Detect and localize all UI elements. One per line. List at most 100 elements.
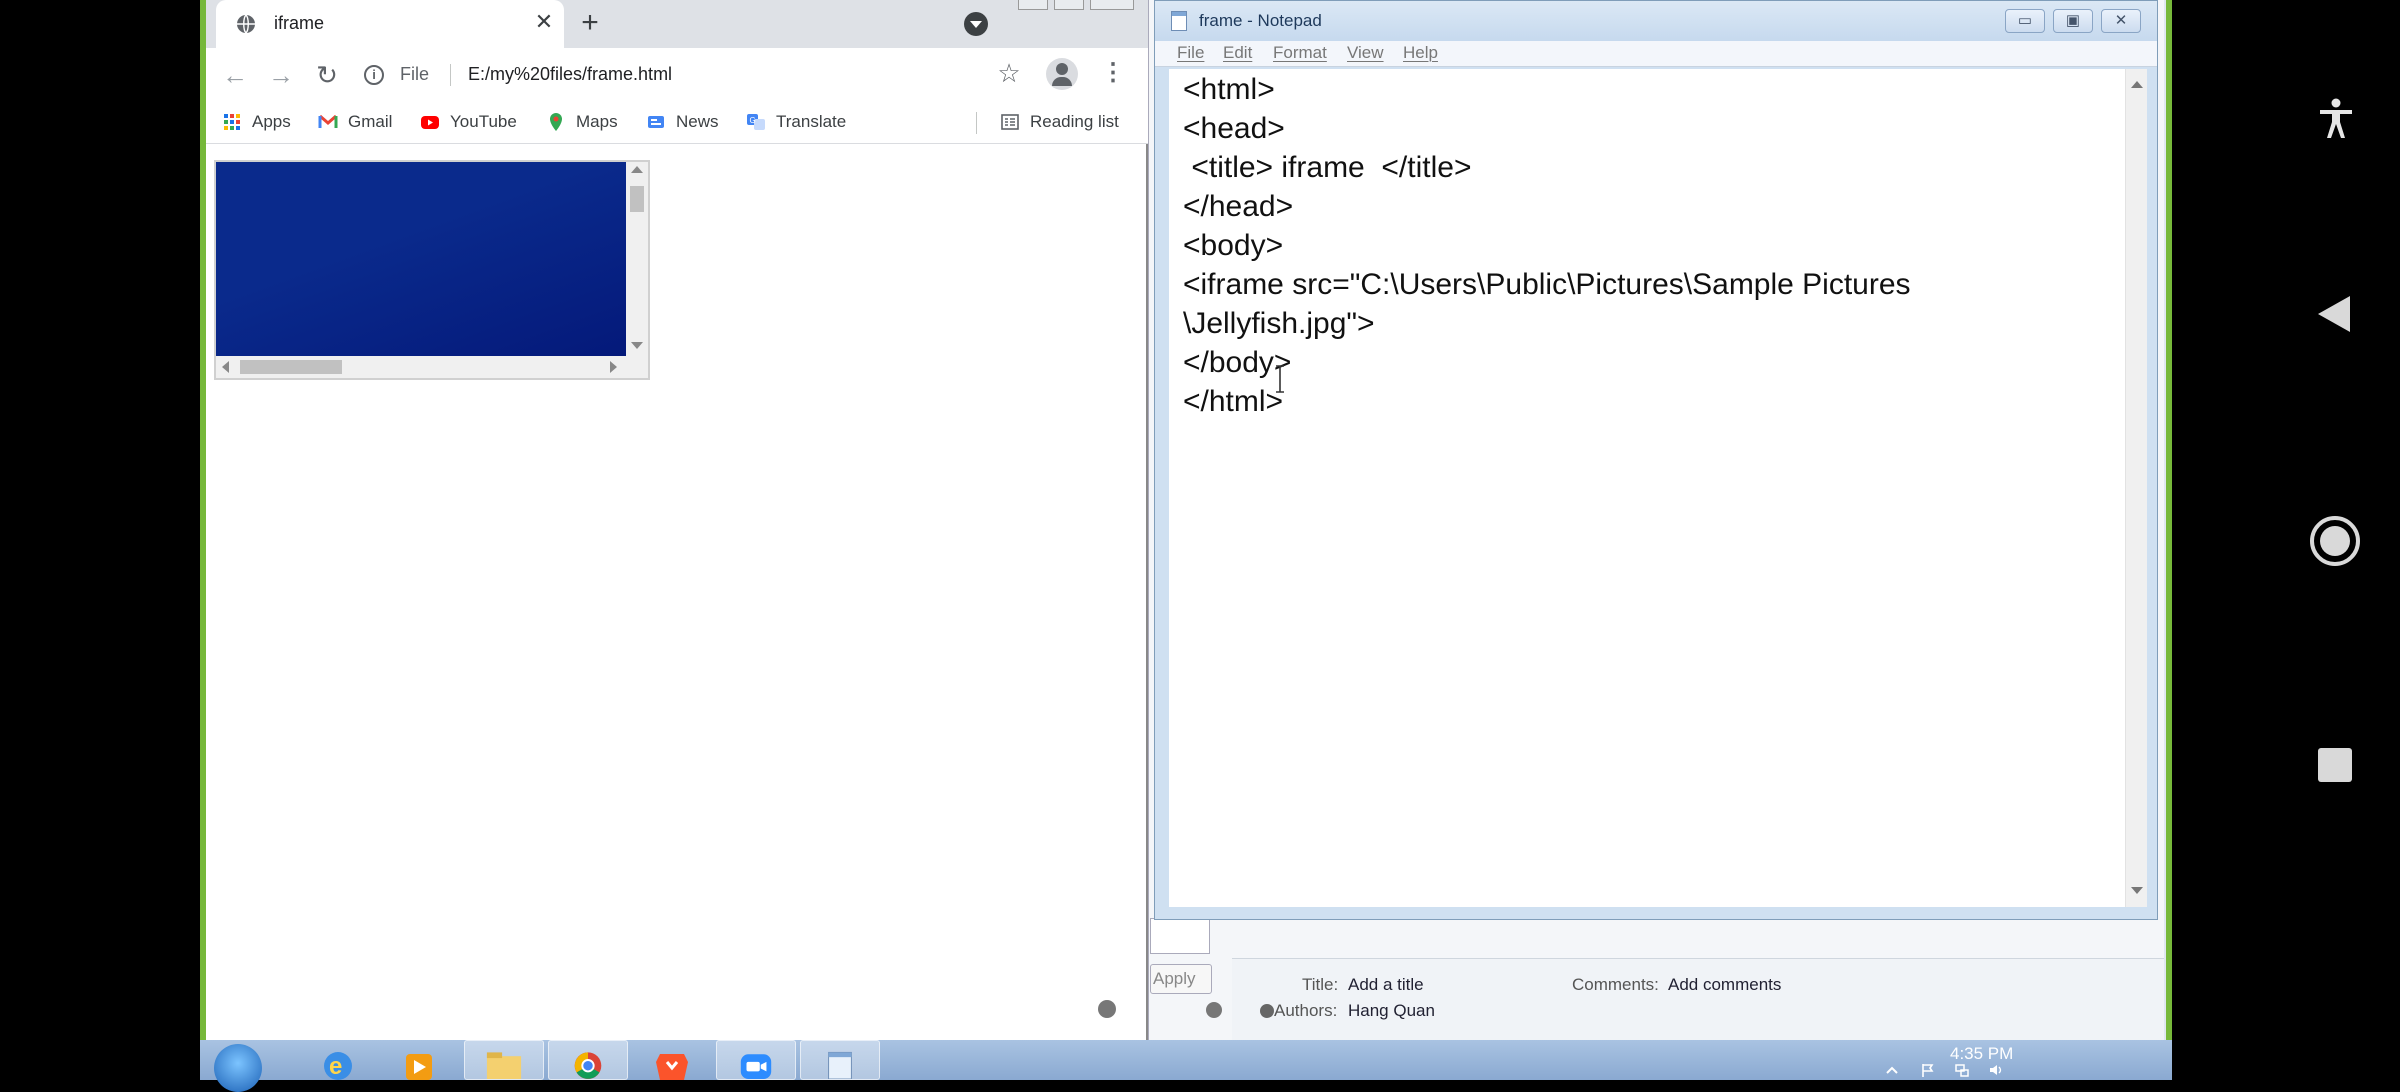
globe-icon (237, 14, 255, 34)
scroll-left-arrow-icon[interactable] (222, 361, 229, 373)
chrome-taskbar-icon[interactable] (548, 1040, 628, 1080)
status-dot (1098, 1000, 1116, 1018)
menu-format[interactable]: Format (1273, 43, 1327, 63)
tab-title: iframe (274, 13, 325, 33)
tab-close-icon[interactable]: ✕ (532, 10, 556, 34)
svg-text:e: e (329, 1053, 342, 1080)
brave-icon[interactable] (632, 1040, 712, 1080)
page-viewport (206, 144, 1146, 1040)
screen: Apply Title: Add a title Comments: Add c… (0, 0, 2400, 1092)
scroll-right-arrow-icon[interactable] (610, 361, 617, 373)
bookmark-label: News (676, 112, 719, 131)
bookmark-label: Translate (776, 112, 847, 131)
scroll-thumb[interactable] (630, 186, 644, 212)
tab-search-icon[interactable] (964, 12, 988, 36)
notepad-taskbar-icon[interactable] (800, 1040, 880, 1080)
chrome-maximize-button[interactable] (1054, 0, 1084, 10)
zoom-icon[interactable] (716, 1040, 796, 1080)
forward-arrow-icon[interactable]: → (264, 58, 298, 92)
menu-help[interactable]: Help (1403, 43, 1438, 63)
notepad-icon (1171, 11, 1187, 31)
authors-dot (1260, 1004, 1274, 1018)
title-value[interactable]: Add a title (1348, 975, 1424, 995)
reload-icon[interactable]: ↻ (310, 58, 344, 92)
tab-strip: iframe ✕ + (206, 0, 1148, 48)
home-circle-icon[interactable] (2310, 516, 2360, 566)
minimize-button[interactable]: ▭ (2005, 9, 2045, 33)
comments-value[interactable]: Add comments (1668, 975, 1781, 995)
text-cursor-icon (1276, 365, 1284, 393)
network-icon[interactable] (1954, 1062, 1970, 1078)
volume-icon[interactable] (1988, 1062, 2004, 1078)
scroll-up-arrow-icon[interactable] (2131, 81, 2143, 88)
menu-file[interactable]: File (1177, 43, 1204, 63)
authors-label: Authors: (1274, 1001, 1338, 1020)
youtube-icon (421, 116, 439, 129)
code-line: <head> (1183, 112, 1285, 145)
back-arrow-icon[interactable]: ← (218, 58, 252, 92)
comments-label: Comments: (1572, 975, 1659, 994)
bookmark-star-icon[interactable]: ☆ (994, 58, 1024, 88)
start-button[interactable] (214, 1044, 262, 1092)
scroll-down-arrow-icon[interactable] (2131, 887, 2143, 894)
menu-view[interactable]: View (1347, 43, 1384, 63)
svg-text:G: G (750, 116, 756, 125)
menu-edit[interactable]: Edit (1223, 43, 1252, 63)
scroll-up-arrow-icon[interactable] (631, 166, 643, 173)
url-text[interactable]: E:/my%20files/frame.html (468, 64, 672, 85)
scroll-thumb[interactable] (240, 360, 342, 374)
accessibility-icon[interactable] (2314, 96, 2358, 140)
bookmark-label: YouTube (450, 112, 517, 131)
authors-value[interactable]: Hang Quan (1348, 1001, 1435, 1021)
chrome-minimize-button[interactable] (1018, 0, 1048, 10)
iframe-vertical-scrollbar[interactable] (626, 162, 648, 356)
tab-iframe[interactable]: iframe ✕ (216, 0, 564, 48)
close-button[interactable]: ✕ (2101, 9, 2141, 33)
news-icon (648, 116, 664, 128)
media-player-icon[interactable] (380, 1040, 460, 1080)
apps-grid-icon (224, 114, 240, 130)
notepad-titlebar[interactable]: frame - Notepad ▭ ▣ ✕ (1155, 1, 2157, 41)
code-line: <iframe src="C:\Users\Public\Pictures\Sa… (1183, 268, 1911, 301)
chrome-menu-icon[interactable]: ⋮ (1098, 58, 1128, 88)
notepad-vertical-scrollbar[interactable] (2125, 69, 2147, 907)
code-line: <html> (1183, 73, 1275, 106)
background-dot (1206, 1002, 1222, 1018)
bookmark-label: Gmail (348, 112, 393, 131)
code-line: <title> iframe </title> (1183, 151, 1472, 184)
iframe-frame[interactable] (214, 160, 650, 380)
background-field (1150, 918, 1210, 954)
bookmark-label: Apps (252, 112, 291, 131)
address-separator (450, 64, 451, 86)
reading-list-label: Reading list (1030, 112, 1119, 131)
info-icon[interactable]: i (364, 65, 384, 85)
new-tab-button[interactable]: + (574, 8, 606, 40)
code-line: \Jellyfish.jpg"> (1183, 307, 1375, 340)
action-center-flag-icon[interactable] (1920, 1062, 1936, 1078)
code-line: </head> (1183, 190, 1294, 223)
details-pane (1232, 958, 2164, 1040)
code-line: <body> (1183, 229, 1284, 262)
chrome-close-button[interactable] (1090, 0, 1134, 10)
scroll-down-arrow-icon[interactable] (631, 342, 643, 349)
recents-square-icon[interactable] (2318, 748, 2352, 782)
notepad-menubar: File Edit Format View Help (1155, 41, 2157, 67)
notepad-text-area[interactable]: <html> <head> <title> iframe </title> </… (1169, 69, 2125, 907)
file-explorer-icon[interactable] (464, 1040, 544, 1080)
back-triangle-icon[interactable] (2316, 294, 2352, 334)
notepad-window: frame - Notepad ▭ ▣ ✕ File Edit Format V… (1154, 0, 2158, 920)
bookmark-label: Maps (576, 112, 618, 131)
iframe-horizontal-scrollbar[interactable] (216, 356, 626, 378)
address-bar[interactable]: i File E:/my%20files/frame.html (356, 56, 1026, 94)
code-line: </html> (1183, 385, 1284, 418)
jellyfish-image (216, 162, 626, 356)
profile-avatar-icon[interactable] (1046, 58, 1078, 90)
notepad-title: frame - Notepad (1199, 11, 1322, 30)
apply-button[interactable]: Apply (1150, 964, 1212, 994)
maximize-button[interactable]: ▣ (2053, 9, 2093, 33)
tray-arrow-icon[interactable] (1884, 1062, 1900, 1078)
internet-explorer-icon[interactable]: e (298, 1040, 378, 1080)
url-scheme-label: File (400, 64, 430, 84)
windows-taskbar: e 4:35 PM (200, 1040, 2172, 1092)
taskbar-clock[interactable]: 4:35 PM (1950, 1044, 2013, 1064)
